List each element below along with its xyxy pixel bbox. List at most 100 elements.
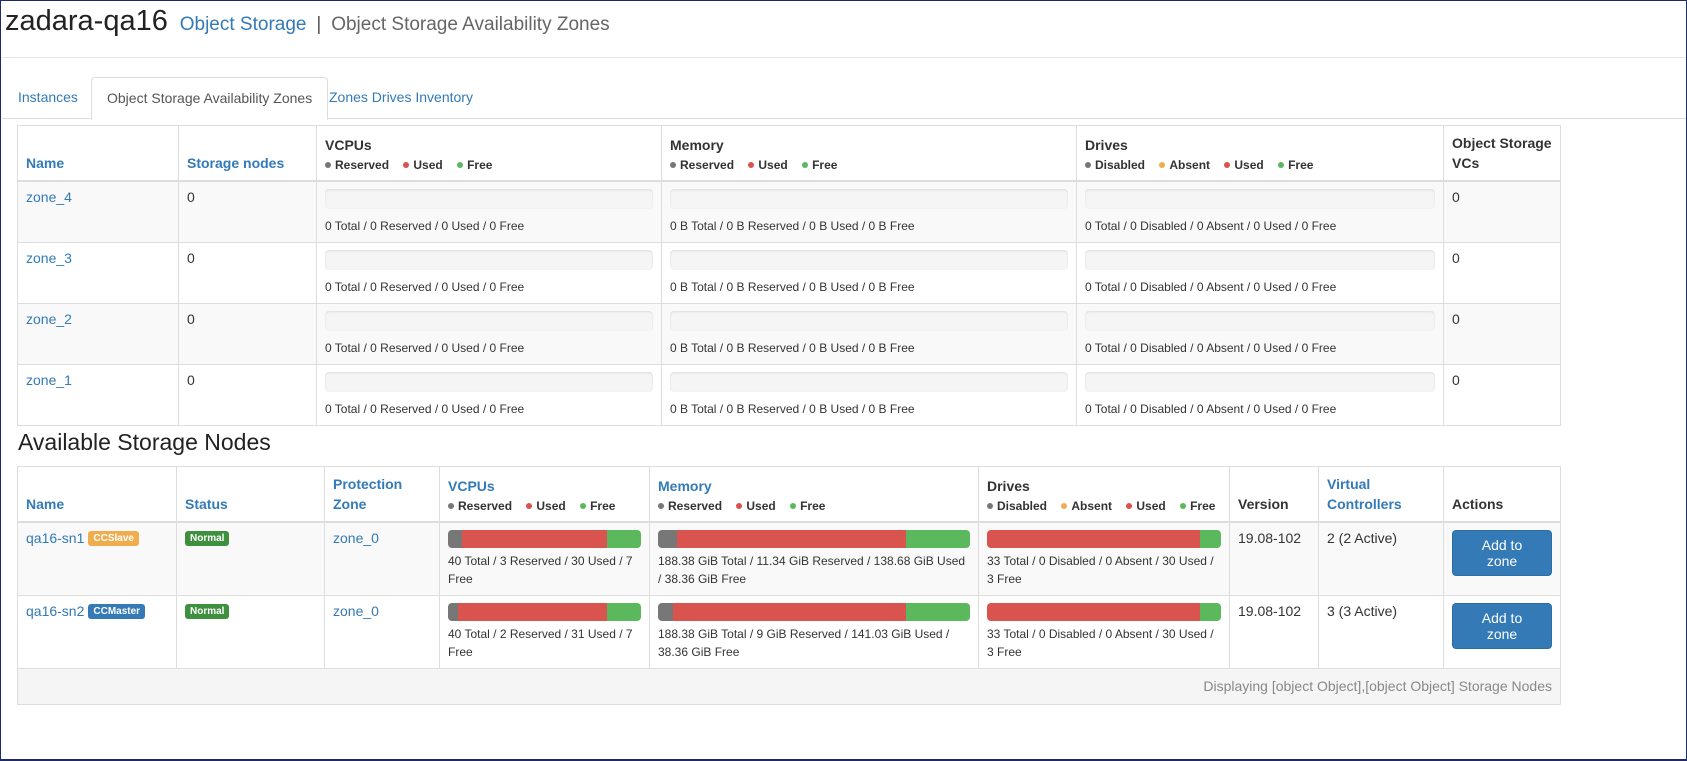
breadcrumb-object-storage[interactable]: Object Storage xyxy=(180,14,307,35)
vcpus-summary: 0 Total / 0 Reserved / 0 Used / 0 Free xyxy=(325,341,525,355)
bar-segment-reserved xyxy=(448,530,463,548)
memory-summary: 0 B Total / 0 B Reserved / 0 B Used / 0 … xyxy=(670,280,915,294)
node-name-link[interactable]: qa16-sn2 xyxy=(26,603,84,619)
bar-segment-free xyxy=(906,530,970,548)
node-name-link[interactable]: qa16-sn1 xyxy=(26,530,84,546)
vcpus-summary: 40 Total / 3 Reserved / 30 Used / 7 Free xyxy=(448,554,633,586)
free-dot-icon xyxy=(1180,502,1187,509)
bar-segment-free xyxy=(1199,530,1221,548)
vcpus-progress-bar xyxy=(448,530,641,548)
free-dot-icon xyxy=(457,161,464,168)
bar-segment-used xyxy=(987,603,1200,621)
zone-row: zone_2 0 0 Total / 0 Reserved / 0 Used /… xyxy=(17,303,1561,365)
reserved-dot-icon xyxy=(658,502,664,509)
breadcrumb-separator: | xyxy=(316,14,322,35)
protection-zone-link[interactable]: zone_0 xyxy=(333,530,379,546)
used-dot-icon xyxy=(1126,502,1133,509)
storage-node-row: qa16-sn1 CCSlave Normal zone_0 40 Total /… xyxy=(17,521,1561,596)
col-header-storage-nodes[interactable]: Storage nodes xyxy=(178,125,317,182)
section-title-available-storage-nodes: Available Storage Nodes xyxy=(18,429,271,455)
vcpus-progress-bar xyxy=(325,372,653,392)
bar-segment-reserved xyxy=(658,603,673,621)
col-header-name[interactable]: Name xyxy=(17,466,177,523)
reserved-dot-icon xyxy=(670,161,676,168)
zone-storage-nodes: 0 xyxy=(178,180,317,243)
add-to-zone-button[interactable]: Add to zone xyxy=(1452,603,1552,649)
node-virtual-controllers: 2 (2 Active) xyxy=(1318,521,1444,596)
col-header-status[interactable]: Status xyxy=(176,466,325,523)
bar-segment-free xyxy=(607,603,641,621)
role-badge: CCSlave xyxy=(88,530,139,546)
zone-os-vcs: 0 xyxy=(1443,180,1561,243)
memory-summary: 0 B Total / 0 B Reserved / 0 B Used / 0 … xyxy=(670,219,915,233)
node-version: 19.08-102 xyxy=(1229,595,1319,669)
memory-summary: 188.38 GiB Total / 9 GiB Reserved / 141.… xyxy=(658,627,950,659)
bar-segment-used xyxy=(457,603,608,621)
drives-summary: 0 Total / 0 Disabled / 0 Absent / 0 Used… xyxy=(1085,219,1337,233)
vcpus-progress-bar xyxy=(325,311,653,331)
status-badge: Normal xyxy=(185,530,230,546)
used-dot-icon xyxy=(403,161,410,168)
tab-zones-drives-inventory[interactable]: Zones Drives Inventory xyxy=(314,77,488,119)
used-dot-icon xyxy=(748,161,755,168)
tab-instances[interactable]: Instances xyxy=(3,77,93,119)
drives-progress-bar xyxy=(1085,189,1435,209)
col-header-drives: Drives Disabled Absent Used Free xyxy=(978,466,1230,523)
disabled-dot-icon xyxy=(987,502,993,509)
disabled-dot-icon xyxy=(1085,161,1091,168)
bar-segment-used xyxy=(987,530,1200,548)
table-footer-row: Displaying [object Object],[object Objec… xyxy=(17,668,1561,705)
used-dot-icon xyxy=(1224,161,1231,168)
tab-object-storage-availability-zones[interactable]: Object Storage Availability Zones xyxy=(91,77,329,120)
col-header-memory: Memory Reserved Used Free xyxy=(661,125,1077,182)
free-dot-icon xyxy=(802,161,809,168)
zone-name-link[interactable]: zone_2 xyxy=(26,311,72,327)
zone-storage-nodes: 0 xyxy=(178,303,317,365)
drives-summary: 33 Total / 0 Disabled / 0 Absent / 30 Us… xyxy=(987,554,1214,586)
zone-row: zone_3 0 0 Total / 0 Reserved / 0 Used /… xyxy=(17,242,1561,304)
drives-legend: Disabled Absent Used Free xyxy=(1085,157,1435,173)
zone-name-link[interactable]: zone_4 xyxy=(26,189,72,205)
vcpus-summary: 40 Total / 2 Reserved / 31 Used / 7 Free xyxy=(448,627,633,659)
drives-legend: Disabled Absent Used Free xyxy=(987,498,1221,514)
drives-progress-bar xyxy=(1085,250,1435,270)
absent-dot-icon xyxy=(1159,161,1166,168)
vcpus-legend: Reserved Used Free xyxy=(448,498,641,514)
status-badge: Normal xyxy=(185,603,230,619)
zone-storage-nodes: 0 xyxy=(178,242,317,304)
bar-segment-reserved xyxy=(448,603,458,621)
drives-progress-bar xyxy=(987,603,1221,621)
vcpus-progress-bar xyxy=(448,603,641,621)
vcpus-summary: 0 Total / 0 Reserved / 0 Used / 0 Free xyxy=(325,402,525,416)
zone-name-link[interactable]: zone_3 xyxy=(26,250,72,266)
storage-node-row: qa16-sn2 CCMaster Normal zone_0 40 Total … xyxy=(17,595,1561,669)
col-header-vcpus: VCPUs Reserved Used Free xyxy=(316,125,662,182)
col-header-protection-zone[interactable]: Protection Zone xyxy=(324,466,440,523)
vcpus-summary: 0 Total / 0 Reserved / 0 Used / 0 Free xyxy=(325,219,525,233)
bar-segment-free xyxy=(1199,603,1221,621)
col-header-actions: Actions xyxy=(1443,466,1561,523)
memory-legend: Reserved Used Free xyxy=(658,498,970,514)
memory-progress-bar xyxy=(670,311,1068,331)
col-header-name[interactable]: Name xyxy=(17,125,179,182)
add-to-zone-button[interactable]: Add to zone xyxy=(1452,530,1552,576)
reserved-dot-icon xyxy=(448,502,454,509)
node-version: 19.08-102 xyxy=(1229,521,1319,596)
used-dot-icon xyxy=(736,502,743,509)
vcpus-progress-bar xyxy=(325,189,653,209)
zone-storage-nodes: 0 xyxy=(178,364,317,426)
drives-summary: 0 Total / 0 Disabled / 0 Absent / 0 Used… xyxy=(1085,341,1337,355)
col-header-memory[interactable]: Memory Reserved Used Free xyxy=(649,466,979,523)
storage-nodes-table: Name Status Protection Zone VCPUs Reserv… xyxy=(17,466,1561,705)
protection-zone-link[interactable]: zone_0 xyxy=(333,603,379,619)
table-footer-text: Displaying [object Object],[object Objec… xyxy=(17,668,1561,705)
col-header-virtual-controllers[interactable]: Virtual Controllers xyxy=(1318,466,1444,523)
col-header-vcpus[interactable]: VCPUs Reserved Used Free xyxy=(439,466,650,523)
zone-name-link[interactable]: zone_1 xyxy=(26,372,72,388)
memory-progress-bar xyxy=(670,250,1068,270)
drives-progress-bar xyxy=(987,530,1221,548)
zone-os-vcs: 0 xyxy=(1443,303,1561,365)
col-header-version: Version xyxy=(1229,466,1319,523)
role-badge: CCMaster xyxy=(88,603,146,619)
memory-legend: Reserved Used Free xyxy=(670,157,1068,173)
